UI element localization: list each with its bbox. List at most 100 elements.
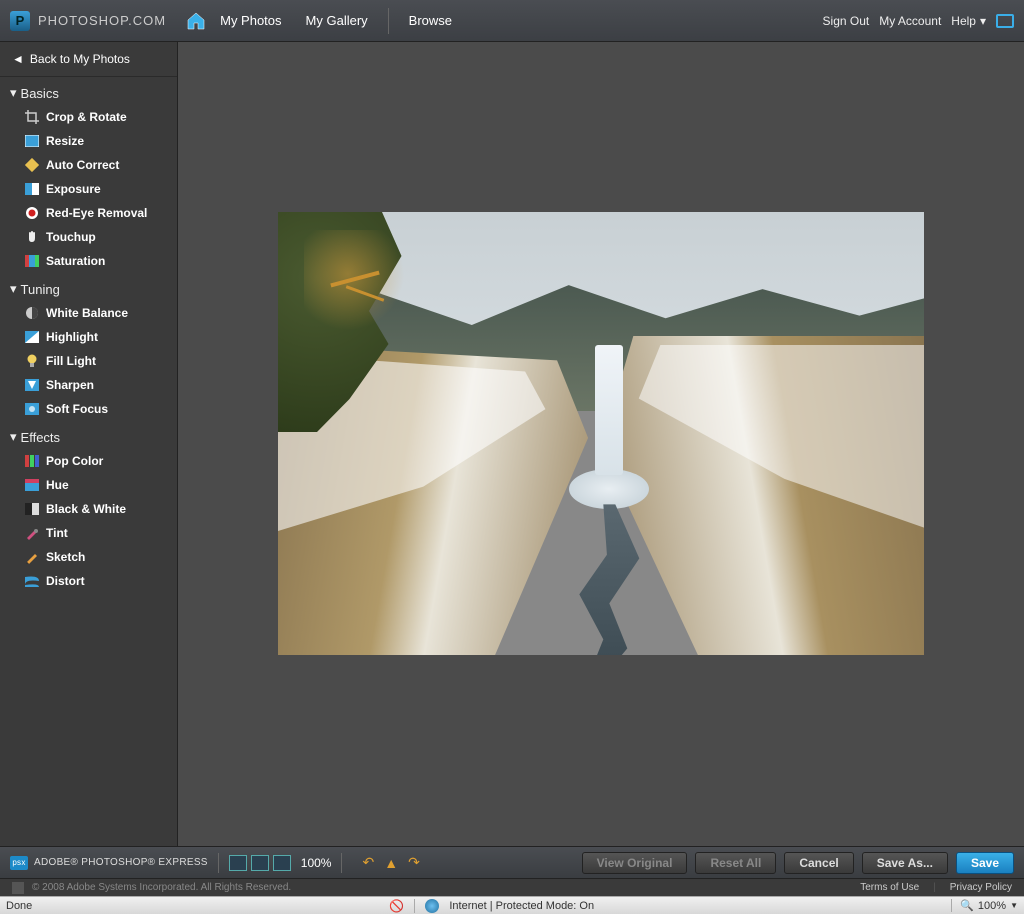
logo-block: P PHOTOSHOP.COM [10,11,166,31]
security-zone: Internet | Protected Mode: On [449,900,594,912]
nav-my-photos[interactable]: My Photos [210,7,291,34]
softfocus-icon [24,401,40,417]
adobe-logo-icon [12,882,24,894]
chevron-down-icon: ▾ [10,281,17,297]
crop-icon [24,109,40,125]
tool-sharpen[interactable]: Sharpen [0,373,177,397]
hue-icon [24,477,40,493]
exposure-icon [24,181,40,197]
tool-soft-focus[interactable]: Soft Focus [0,397,177,421]
arrow-left-icon: ◄ [12,52,24,66]
canvas-area [178,42,1024,846]
tool-saturation[interactable]: Saturation [0,249,177,273]
tool-fill-light[interactable]: Fill Light [0,349,177,373]
section-label: Basics [21,86,59,101]
bottom-toolbar: psx ADOBE® PHOTOSHOP® EXPRESS 100% ↶ ▲ ↷… [0,846,1024,878]
brush-icon [24,525,40,541]
tool-redeye[interactable]: Red-Eye Removal [0,201,177,225]
view-actual-icon[interactable] [251,855,269,871]
main-nav: My Photos My Gallery Browse [186,7,462,34]
chevron-down-icon: ▾ [10,85,17,101]
undo-icon[interactable]: ↶ [362,854,374,871]
globe-icon [425,899,439,913]
tool-touchup[interactable]: Touchup [0,225,177,249]
save-as-button[interactable]: Save As... [862,852,948,874]
separator [341,853,342,873]
privacy-link[interactable]: Privacy Policy [950,882,1012,893]
top-bar: P PHOTOSHOP.COM My Photos My Gallery Bro… [0,0,1024,42]
chevron-down-icon: ▼ [1010,901,1018,910]
reset-all-button[interactable]: Reset All [695,852,776,874]
highlight-icon [24,329,40,345]
view-fit-icon[interactable] [229,855,247,871]
sidebar: ◄ Back to My Photos ▾ Basics Crop & Rota… [0,42,178,846]
browser-zoom-level: 100% [978,900,1006,912]
zoom-level: 100% [301,856,332,870]
tool-white-balance[interactable]: White Balance [0,301,177,325]
redo-icon[interactable]: ↷ [408,854,420,871]
saturation-icon [24,253,40,269]
footer: © 2008 Adobe Systems Incorporated. All R… [0,878,1024,896]
history-controls: ↶ ▲ ↷ [362,854,419,871]
section-tuning[interactable]: ▾ Tuning [0,273,177,301]
bw-icon [24,501,40,517]
tool-pop-color[interactable]: Pop Color [0,449,177,473]
redeye-icon [24,205,40,221]
history-up-icon[interactable]: ▲ [384,855,398,871]
home-icon[interactable] [186,12,206,30]
copyright-text: © 2008 Adobe Systems Incorporated. All R… [32,882,291,893]
tool-hue[interactable]: Hue [0,473,177,497]
status-done: Done [6,900,32,912]
content-area: ◄ Back to My Photos ▾ Basics Crop & Rota… [0,42,1024,846]
section-basics[interactable]: ▾ Basics [0,77,177,105]
magnifier-icon: 🔍 [960,899,974,912]
bulb-icon [24,353,40,369]
section-effects[interactable]: ▾ Effects [0,421,177,449]
action-buttons: View Original Reset All Cancel Save As..… [582,852,1014,874]
separator [218,853,219,873]
tool-highlight[interactable]: Highlight [0,325,177,349]
tool-black-white[interactable]: Black & White [0,497,177,521]
popup-blocker-icon[interactable]: 🚫 [389,899,404,913]
nav-separator [388,8,389,34]
cancel-button[interactable]: Cancel [784,852,853,874]
tool-auto-correct[interactable]: Auto Correct [0,153,177,177]
view-original-button[interactable]: View Original [582,852,688,874]
section-label: Effects [21,430,61,445]
resize-icon [24,133,40,149]
tool-distort[interactable]: Distort [0,569,177,593]
fullscreen-icon[interactable] [996,14,1014,28]
hand-icon [24,229,40,245]
back-to-photos-button[interactable]: ◄ Back to My Photos [0,42,177,77]
chevron-down-icon: ▾ [980,14,986,28]
section-label: Tuning [21,282,60,297]
white-balance-icon [24,305,40,321]
save-button[interactable]: Save [956,852,1014,874]
pencil-icon [24,549,40,565]
help-label: Help [951,14,976,28]
browser-status-bar: Done 🚫 Internet | Protected Mode: On 🔍 1… [0,896,1024,914]
terms-link[interactable]: Terms of Use [860,882,919,893]
top-right-nav: Sign Out My Account Help ▾ [823,14,1014,28]
my-account-link[interactable]: My Account [879,14,941,28]
sign-out-link[interactable]: Sign Out [823,14,870,28]
view-fill-icon[interactable] [273,855,291,871]
browser-zoom[interactable]: 🔍 100% ▼ [951,899,1018,912]
tool-tint[interactable]: Tint [0,521,177,545]
photoshop-logo-icon: P [10,11,30,31]
popcolor-icon [24,453,40,469]
express-brand-label: ADOBE® PHOTOSHOP® EXPRESS [34,857,208,868]
photo-canvas[interactable] [278,212,924,655]
wand-icon [24,157,40,173]
nav-browse[interactable]: Browse [399,7,462,34]
help-dropdown[interactable]: Help ▾ [951,14,986,28]
tool-exposure[interactable]: Exposure [0,177,177,201]
tool-sketch[interactable]: Sketch [0,545,177,569]
back-label: Back to My Photos [30,52,130,66]
express-brand: psx ADOBE® PHOTOSHOP® EXPRESS [10,856,208,870]
psx-badge-icon: psx [10,856,28,870]
tool-crop-rotate[interactable]: Crop & Rotate [0,105,177,129]
distort-icon [24,573,40,589]
nav-my-gallery[interactable]: My Gallery [296,7,378,34]
tool-resize[interactable]: Resize [0,129,177,153]
